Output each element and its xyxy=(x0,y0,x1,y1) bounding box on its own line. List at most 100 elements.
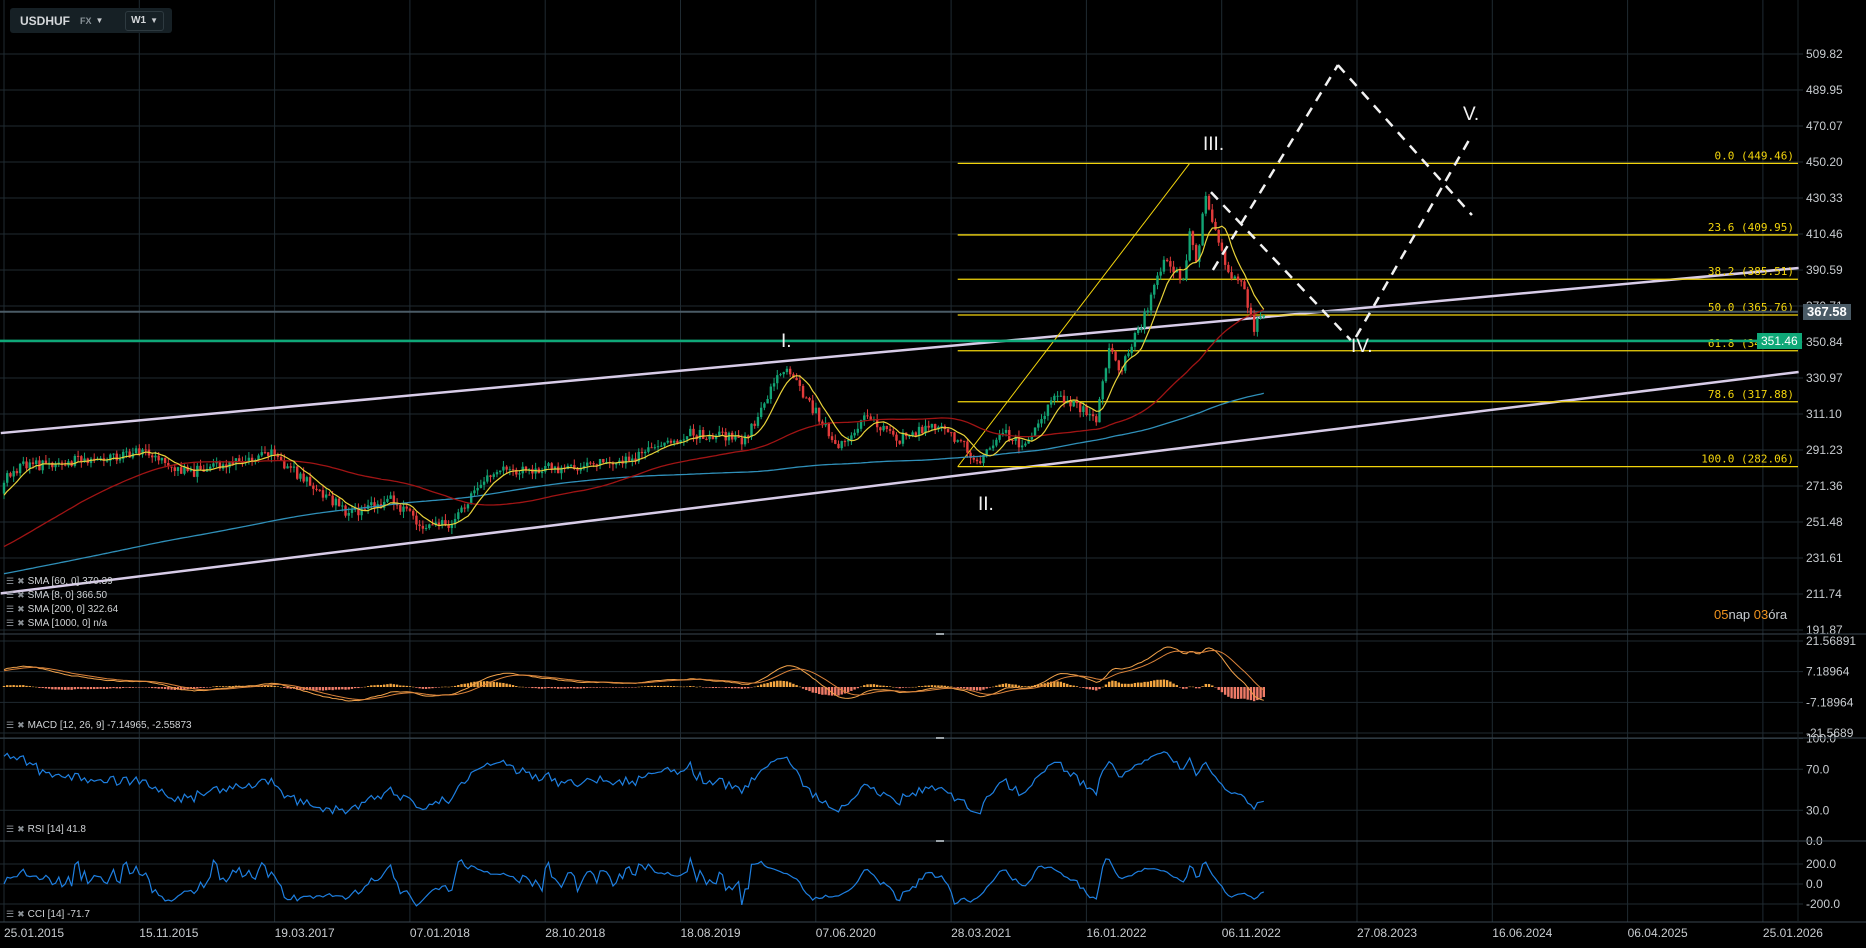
settings-icon[interactable]: ☰ xyxy=(6,618,14,629)
candle-body xyxy=(1178,269,1182,280)
close-icon[interactable]: ✖ xyxy=(17,590,25,601)
settings-icon[interactable]: ☰ xyxy=(6,576,14,587)
settings-icon[interactable]: ☰ xyxy=(6,824,14,835)
candle-body xyxy=(518,473,521,475)
close-icon[interactable]: ✖ xyxy=(17,909,25,920)
close-icon[interactable]: ✖ xyxy=(17,604,25,615)
macd-histogram-bar xyxy=(859,686,863,688)
candle xyxy=(1204,191,1208,217)
macd-histogram-bar xyxy=(399,685,402,687)
chart-canvas[interactable]: 25.01.2015 15.11.2015 19.03.2017 07.01.2018… xyxy=(0,0,1866,948)
timeframe-select[interactable]: W1 ▼ xyxy=(125,10,164,31)
candle xyxy=(927,420,930,432)
macd-histogram-bar xyxy=(147,687,151,688)
macd-histogram-bar xyxy=(927,685,930,687)
symbol-name[interactable]: USDHUF xyxy=(20,14,70,28)
candle xyxy=(763,402,766,411)
candle-body xyxy=(569,465,573,467)
candle-body xyxy=(817,407,821,422)
macd-histogram-bar xyxy=(772,681,776,687)
candle-body xyxy=(118,458,122,461)
macd-histogram-bar xyxy=(721,687,724,688)
candle-body xyxy=(302,473,305,482)
settings-icon[interactable]: ☰ xyxy=(6,909,14,920)
candle xyxy=(550,462,553,474)
wave-label-3: III. xyxy=(1203,134,1225,155)
close-icon[interactable]: ✖ xyxy=(17,618,25,629)
candle xyxy=(466,502,470,512)
close-icon[interactable]: ✖ xyxy=(17,576,25,587)
settings-icon[interactable]: ☰ xyxy=(6,590,14,601)
candle xyxy=(1111,343,1114,355)
candle-body xyxy=(495,472,499,475)
candle xyxy=(1024,441,1027,447)
macd-histogram-bar xyxy=(1149,680,1153,687)
candle-body xyxy=(1140,328,1143,330)
time-axis-label: 27.08.2023 xyxy=(1357,926,1417,940)
macd_axis-label: -7.18964 xyxy=(1806,695,1854,709)
close-icon[interactable]: ✖ xyxy=(17,824,25,835)
candle-body xyxy=(885,425,889,430)
candle-body xyxy=(718,431,721,436)
macd-histogram-bar xyxy=(663,685,666,687)
candle-body xyxy=(840,441,843,449)
candle-body xyxy=(708,435,711,440)
macd-histogram-bar xyxy=(975,687,979,691)
time-axis-label: 06.04.2025 xyxy=(1628,926,1688,940)
legend-text: SMA [200, 0] 322.64 xyxy=(27,604,119,615)
candle xyxy=(25,457,28,471)
candle xyxy=(660,441,663,448)
market-dropdown-icon[interactable]: ▼ xyxy=(96,16,104,25)
candle xyxy=(273,445,276,460)
candle-body xyxy=(772,383,776,387)
candle-body xyxy=(763,403,766,408)
candle xyxy=(399,503,402,516)
macd-histogram-bar xyxy=(527,687,531,688)
close-icon[interactable]: ✖ xyxy=(17,720,25,731)
candle-body xyxy=(199,465,202,470)
horizontal-line-price-tag[interactable]: 351.46 xyxy=(1757,332,1802,349)
price-axis-label: 470.07 xyxy=(1806,119,1843,133)
candle-body xyxy=(498,470,502,473)
macd-histogram-bar xyxy=(1217,687,1220,690)
macd-histogram-bar xyxy=(846,687,850,693)
macd-histogram-bar xyxy=(798,686,802,688)
macd-histogram-bar xyxy=(1191,686,1195,688)
macd-histogram-bar xyxy=(621,687,624,688)
candle-body xyxy=(1004,429,1008,433)
candle-body xyxy=(1191,231,1195,245)
candle-body xyxy=(212,463,215,467)
price-axis-label: 410.46 xyxy=(1806,227,1843,241)
macd-histogram-bar xyxy=(1211,685,1214,687)
legend-text: CCI [14] -71.7 xyxy=(27,909,90,920)
candle-body xyxy=(624,456,628,464)
candle-body xyxy=(508,469,512,471)
candle-body xyxy=(705,438,708,440)
candle xyxy=(463,503,466,513)
candle-body xyxy=(927,425,930,428)
macd-histogram-bar xyxy=(99,687,102,689)
candle xyxy=(753,420,756,429)
macd-histogram-bar xyxy=(982,687,985,690)
macd-histogram-bar xyxy=(605,687,608,688)
macd-histogram-bar xyxy=(163,687,167,690)
candle xyxy=(440,516,444,529)
settings-icon[interactable]: ☰ xyxy=(6,604,14,615)
candle-body xyxy=(12,471,15,477)
candle-body xyxy=(734,436,737,440)
candle xyxy=(898,440,901,445)
candle-body xyxy=(785,368,789,373)
candle-body xyxy=(985,449,988,455)
candle-body xyxy=(1256,318,1259,332)
candle-body xyxy=(276,455,280,457)
candle-body xyxy=(492,474,495,477)
candle-body xyxy=(1246,289,1249,308)
macd-histogram-bar xyxy=(341,687,344,690)
macd-histogram-bar xyxy=(879,685,882,687)
candle-body xyxy=(286,466,289,469)
candle-body xyxy=(1059,395,1063,397)
candle-body xyxy=(956,440,959,442)
legend-text: SMA [60, 0] 370.39 xyxy=(27,576,113,587)
macd-histogram-bar xyxy=(325,687,328,691)
settings-icon[interactable]: ☰ xyxy=(6,720,14,731)
